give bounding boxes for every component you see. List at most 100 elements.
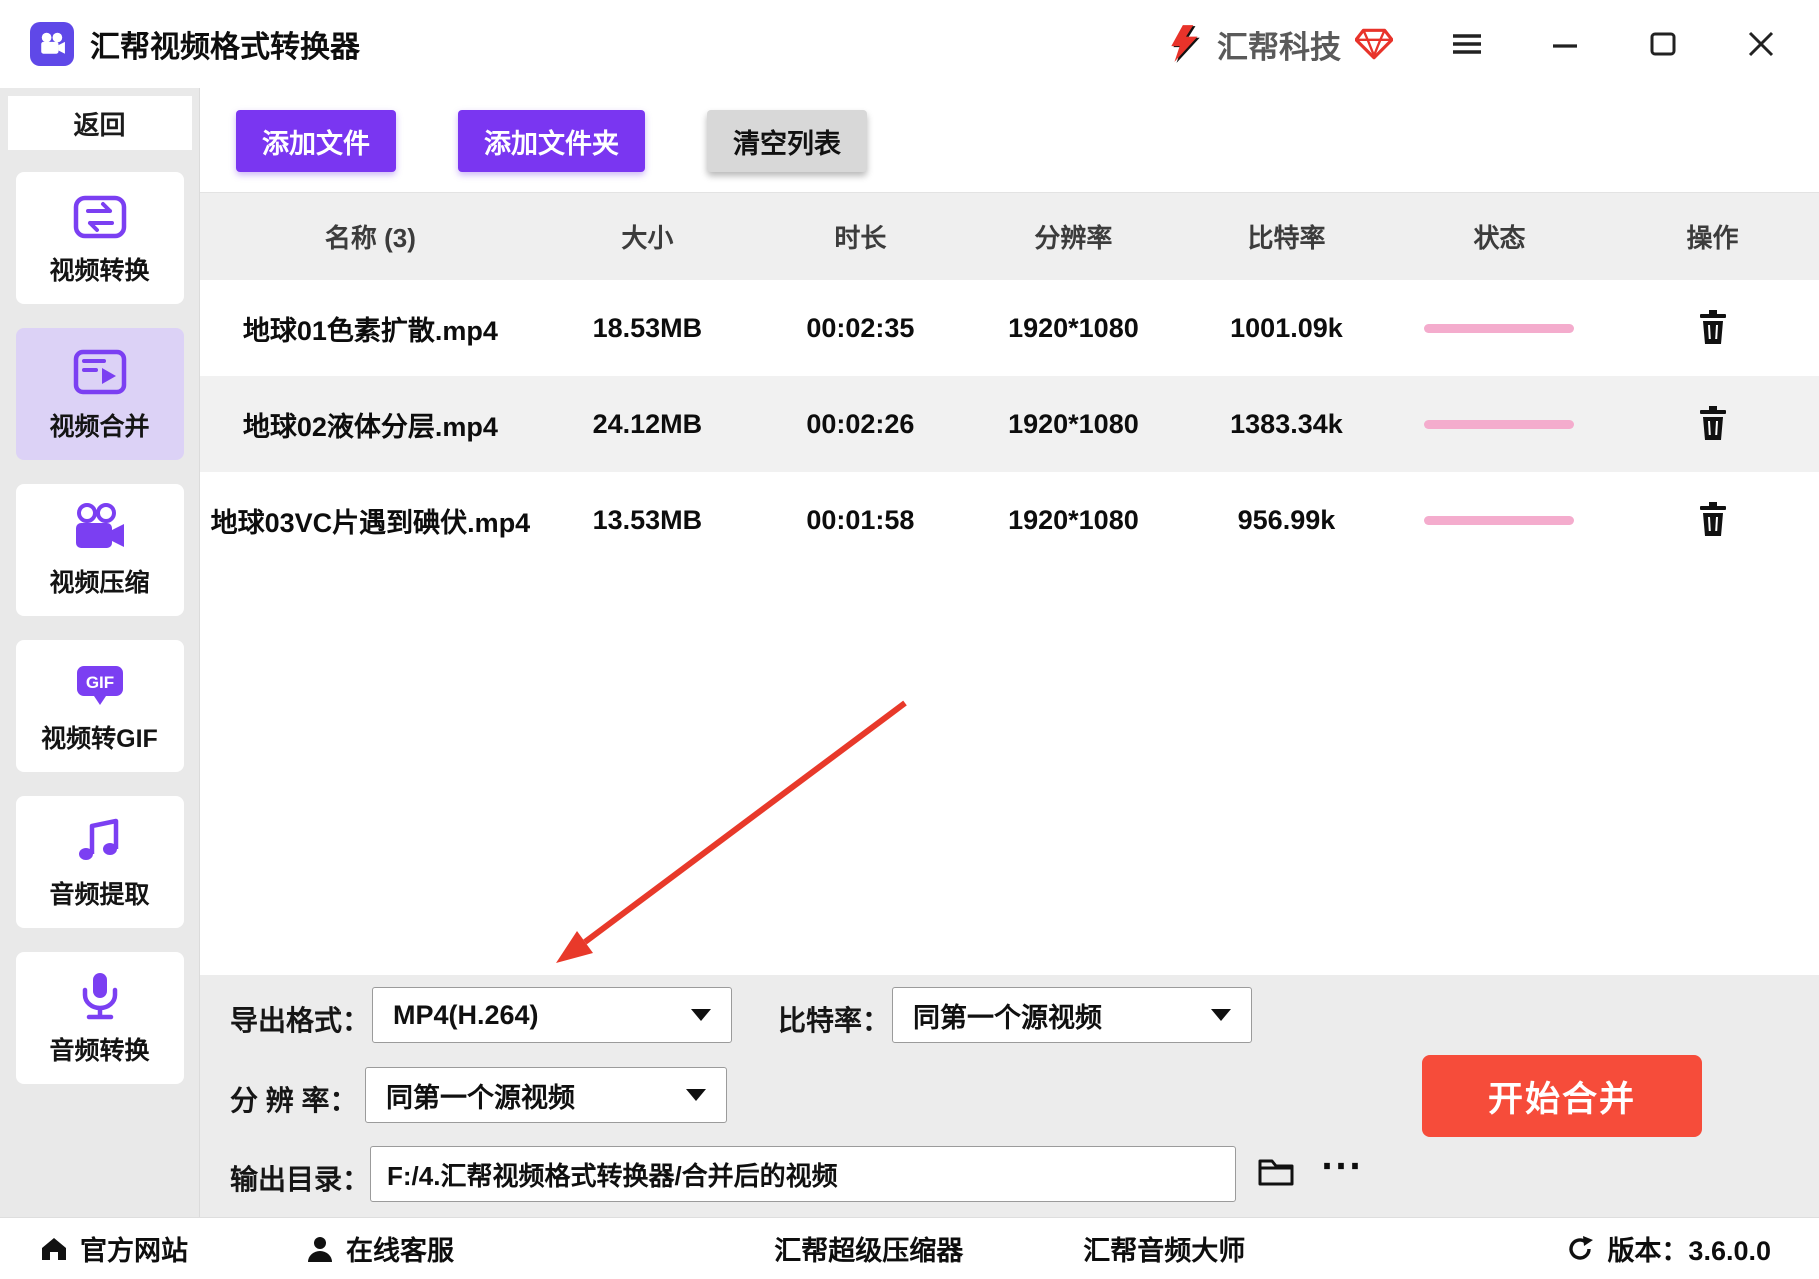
online-service-link[interactable]: 在线客服 [306, 1229, 454, 1268]
column-header-action: 操作 [1606, 218, 1819, 255]
file-duration: 00:02:26 [754, 409, 967, 440]
version-check[interactable]: 版本：3.6.0.0 [1565, 1229, 1771, 1268]
progress-bar [1424, 324, 1574, 333]
column-header-size: 大小 [541, 218, 754, 255]
chevron-down-icon [1211, 1009, 1231, 1021]
clear-list-button[interactable]: 清空列表 [707, 110, 867, 172]
online-service-label: 在线客服 [346, 1229, 454, 1268]
minimize-button[interactable] [1541, 20, 1589, 68]
sidebar-item-audio-convert[interactable]: 音频转换 [16, 952, 184, 1084]
sidebar-item-label: 音频提取 [49, 875, 149, 911]
folder-icon [1258, 1155, 1294, 1187]
file-resolution: 1920*1080 [967, 505, 1180, 536]
refresh-icon [1565, 1234, 1595, 1264]
menu-button[interactable] [1443, 20, 1491, 68]
more-options-button[interactable]: ⋯ [1314, 1143, 1368, 1187]
version-label: 版本：3.6.0.0 [1607, 1229, 1771, 1268]
trash-icon [1698, 405, 1728, 441]
output-directory-label: 输出目录： [230, 1158, 370, 1198]
brand-logo: 汇帮科技 [1165, 22, 1393, 67]
svg-text:GIF: GIF [85, 673, 113, 692]
sidebar-item-audio-extract[interactable]: 音频提取 [16, 796, 184, 928]
bitrate-dropdown[interactable]: 同第一个源视频 [892, 987, 1252, 1043]
super-compressor-label: 汇帮超级压缩器 [774, 1229, 963, 1268]
file-name: 地球02液体分层.mp4 [200, 405, 541, 444]
file-name: 地球03VC片遇到碘伏.mp4 [200, 501, 541, 540]
app-title: 汇帮视频格式转换器 [90, 22, 360, 66]
home-icon [40, 1236, 68, 1262]
resolution-dropdown[interactable]: 同第一个源视频 [365, 1067, 727, 1123]
progress-bar [1424, 516, 1574, 525]
app-window: 汇帮视频格式转换器 汇帮科技 [0, 0, 1819, 1279]
column-header-name: 名称 (3) [200, 218, 541, 255]
chevron-down-icon [686, 1089, 706, 1101]
sidebar: 返回 视频转换 视 [0, 88, 200, 1217]
sidebar-item-label: 视频转换 [49, 251, 149, 287]
add-folder-button[interactable]: 添加文件夹 [458, 110, 645, 172]
sidebar-item-label: 视频压缩 [49, 563, 149, 599]
main-panel: 添加文件 添加文件夹 清空列表 名称 (3) 大小 时长 分辨率 比特率 状态 … [200, 88, 1819, 1217]
sidebar-item-video-to-gif[interactable]: GIF 视频转GIF [16, 640, 184, 772]
brand-name: 汇帮科技 [1217, 22, 1341, 67]
column-header-bitrate: 比特率 [1180, 218, 1393, 255]
file-size: 24.12MB [541, 409, 754, 440]
person-icon [306, 1235, 334, 1263]
music-note-icon [72, 814, 128, 866]
open-folder-button[interactable] [1256, 1153, 1296, 1192]
minimize-icon [1551, 30, 1579, 58]
add-file-button[interactable]: 添加文件 [236, 110, 396, 172]
hamburger-menu-icon [1452, 32, 1482, 56]
close-icon [1747, 30, 1775, 58]
file-size: 13.53MB [541, 505, 754, 536]
delete-file-button[interactable] [1694, 497, 1732, 544]
maximize-button[interactable] [1639, 20, 1687, 68]
output-path-input[interactable] [370, 1146, 1236, 1202]
resolution-label: 分 辨 率： [230, 1079, 358, 1119]
sidebar-item-label: 音频转换 [49, 1031, 149, 1067]
delete-file-button[interactable] [1694, 401, 1732, 448]
super-compressor-link[interactable]: 汇帮超级压缩器 [774, 1229, 963, 1268]
export-format-value: MP4(H.264) [393, 1000, 539, 1031]
bitrate-value: 同第一个源视频 [913, 996, 1102, 1035]
app-logo-icon [30, 22, 74, 66]
gem-icon [1355, 27, 1393, 61]
delete-file-button[interactable] [1694, 305, 1732, 352]
file-bitrate: 956.99k [1180, 505, 1393, 536]
file-table: 名称 (3) 大小 时长 分辨率 比特率 状态 操作 地球01色素扩散.mp4 … [200, 192, 1819, 568]
sidebar-item-video-convert[interactable]: 视频转换 [16, 172, 184, 304]
resolution-value: 同第一个源视频 [386, 1076, 575, 1115]
sidebar-item-video-merge[interactable]: 视频合并 [16, 328, 184, 460]
audio-master-link[interactable]: 汇帮音频大师 [1083, 1229, 1245, 1268]
bitrate-label: 比特率： [778, 999, 890, 1039]
video-compress-icon [72, 502, 128, 554]
video-to-gif-icon: GIF [72, 658, 128, 710]
file-bitrate: 1383.34k [1180, 409, 1393, 440]
maximize-icon [1649, 30, 1677, 58]
column-header-status: 状态 [1393, 218, 1606, 255]
titlebar: 汇帮视频格式转换器 汇帮科技 [0, 0, 1819, 88]
trash-icon [1698, 501, 1728, 537]
sidebar-item-label: 视频合并 [49, 407, 149, 443]
official-website-link[interactable]: 官方网站 [40, 1229, 188, 1268]
start-merge-button[interactable]: 开始合并 [1422, 1055, 1702, 1137]
table-row[interactable]: 地球01色素扩散.mp4 18.53MB 00:02:35 1920*1080 … [200, 280, 1819, 376]
file-resolution: 1920*1080 [967, 313, 1180, 344]
sidebar-item-video-compress[interactable]: 视频压缩 [16, 484, 184, 616]
progress-bar [1424, 420, 1574, 429]
column-header-duration: 时长 [754, 218, 967, 255]
file-size: 18.53MB [541, 313, 754, 344]
movie-camera-icon [38, 30, 66, 58]
video-convert-icon [72, 190, 128, 242]
table-row[interactable]: 地球02液体分层.mp4 24.12MB 00:02:26 1920*1080 … [200, 376, 1819, 472]
close-button[interactable] [1737, 20, 1785, 68]
official-website-label: 官方网站 [80, 1229, 188, 1268]
file-duration: 00:02:35 [754, 313, 967, 344]
table-row[interactable]: 地球03VC片遇到碘伏.mp4 13.53MB 00:01:58 1920*10… [200, 472, 1819, 568]
export-format-dropdown[interactable]: MP4(H.264) [372, 987, 732, 1043]
output-settings-panel: 导出格式： MP4(H.264) 比特率： 同第一个源视频 分 辨 率： 同第一… [200, 975, 1819, 1217]
audio-master-label: 汇帮音频大师 [1083, 1229, 1245, 1268]
back-button[interactable]: 返回 [8, 96, 192, 150]
file-bitrate: 1001.09k [1180, 313, 1393, 344]
video-merge-icon [72, 346, 128, 398]
lightning-bolt-icon [1165, 23, 1207, 65]
